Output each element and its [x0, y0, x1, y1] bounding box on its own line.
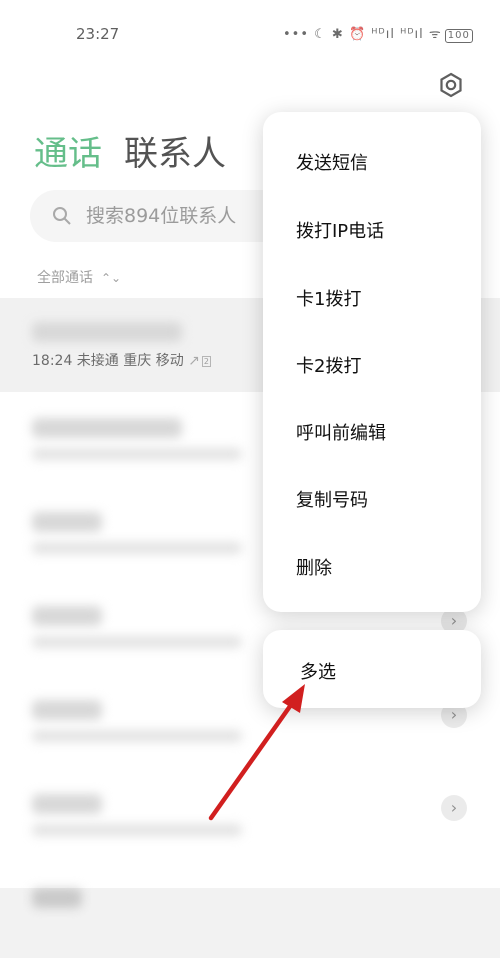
menu-item-multi-select[interactable]: 多选: [300, 658, 336, 684]
menu-item-ip-call[interactable]: 拨打IP电话: [296, 217, 384, 243]
menu-item-send-sms[interactable]: 发送短信: [296, 149, 368, 175]
menu-item-edit-before-call[interactable]: 呼叫前编辑: [296, 419, 386, 445]
multi-select-menu: 多选: [263, 630, 481, 708]
menu-item-sim1-call[interactable]: 卡1拨打: [296, 285, 361, 311]
menu-item-sim2-call[interactable]: 卡2拨打: [296, 352, 361, 378]
menu-item-copy-number[interactable]: 复制号码: [296, 486, 368, 512]
context-menu: 发送短信 拨打IP电话 卡1拨打 卡2拨打 呼叫前编辑 复制号码 删除: [263, 112, 481, 612]
contact-name-blurred: [32, 888, 82, 908]
menu-item-delete[interactable]: 删除: [296, 554, 332, 580]
